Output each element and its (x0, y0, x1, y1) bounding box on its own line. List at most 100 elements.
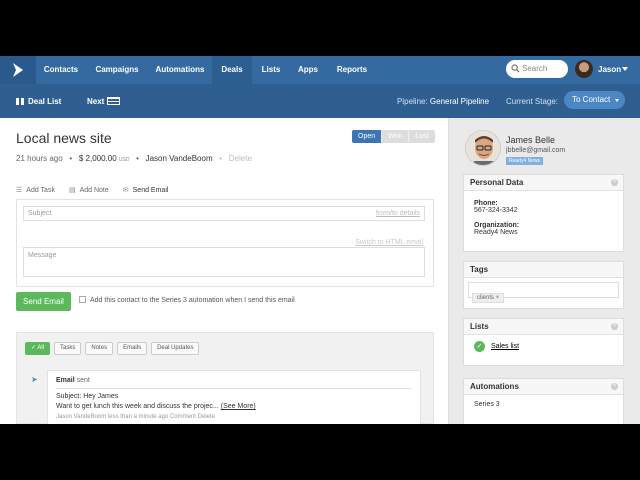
nav-automations[interactable]: Automations (148, 56, 212, 84)
filter-all[interactable]: ✓ All (25, 342, 51, 355)
add-note-button[interactable]: ▤ Add Note (69, 186, 109, 194)
filter-all-label: All (37, 345, 45, 351)
feed-item-type: Email (56, 377, 75, 384)
user-avatar[interactable] (575, 60, 593, 78)
user-menu[interactable]: Jason (598, 56, 621, 84)
search-input[interactable]: Search (506, 60, 568, 78)
lists-title: Lists (464, 319, 623, 335)
filter-notes[interactable]: Notes (85, 342, 114, 355)
deal-currency: USD (118, 157, 130, 163)
contact-avatar[interactable] (465, 130, 501, 166)
filter-deal-updates[interactable]: Deal Updates (151, 342, 200, 355)
stage-value: To Contact (572, 95, 611, 104)
phone-value[interactable]: 567-324-3342 (474, 207, 613, 214)
deal-subbar: Deal List Next Pipeline: General Pipelin… (0, 84, 640, 118)
add-note-label: Add Note (79, 187, 109, 194)
next-link[interactable]: Next (87, 97, 104, 106)
stage-label: Current Stage: (506, 97, 559, 106)
from-to-details-link[interactable]: from/to details (376, 207, 420, 220)
tags-title: Tags (464, 262, 623, 278)
deal-owner[interactable]: Jason VandeBoom (146, 154, 213, 163)
pipeline-info: Pipeline: General Pipeline (397, 97, 489, 106)
automation-item[interactable]: Series 3 (464, 395, 623, 414)
deal-meta: 21 hours ago • $ 2,000.00 USD • Jason Va… (16, 154, 252, 163)
switch-html-link[interactable]: Switch to HTML email (355, 239, 423, 246)
add-task-label: Add Task (26, 187, 55, 194)
feed-item-footer: Jason VandeBoom less than a minute ago C… (56, 414, 215, 420)
pipeline-label: Pipeline: (397, 97, 428, 106)
nav-contacts[interactable]: Contacts (36, 56, 86, 84)
stage-dropdown[interactable]: To Contact (564, 91, 625, 109)
close-icon[interactable]: × (611, 383, 618, 390)
filter-emails[interactable]: Emails (117, 342, 148, 355)
organization-value[interactable]: Ready4 News (474, 229, 613, 236)
status-won-button[interactable]: Won (381, 130, 409, 143)
phone-label: Phone: (474, 200, 498, 207)
close-icon[interactable]: × (611, 323, 618, 330)
search-icon (511, 64, 520, 73)
search-placeholder: Search (522, 64, 548, 73)
chevron-down-icon (615, 99, 619, 102)
close-icon[interactable]: × (611, 179, 618, 186)
deal-list-label: Deal List (28, 97, 62, 106)
tags-input[interactable]: clients × (468, 282, 619, 303)
feed-item-body-text: Want to get lunch this week and discuss … (56, 403, 219, 410)
personal-data-panel: Personal Data × Phone: 567-324-3342 Orga… (463, 174, 624, 252)
send-email-button[interactable]: Send Email (16, 292, 71, 311)
deal-main: Local news site Open Won Lost 21 hours a… (0, 118, 448, 424)
top-nav: Contacts Campaigns Automations Deals Lis… (0, 56, 640, 84)
see-more-link[interactable]: (See More) (221, 403, 256, 410)
automation-checkbox[interactable] (79, 296, 86, 303)
list-item: ✓ Sales list (464, 335, 623, 358)
deal-amount[interactable]: $ 2,000.00 (79, 154, 117, 163)
tag-chip[interactable]: clients × (472, 293, 505, 303)
nav-campaigns[interactable]: Campaigns (86, 56, 148, 84)
feed-item-subject: Subject: Hey James (56, 393, 119, 400)
deal-actions: ☰ Add Task ▤ Add Note ✉ Send Email (16, 186, 168, 194)
note-icon: ▤ (68, 187, 76, 194)
nav-deals[interactable]: Deals (212, 56, 252, 84)
automation-label: Add this contact to the Series 3 automat… (90, 297, 295, 304)
logo[interactable] (0, 56, 36, 84)
delete-deal-link[interactable]: Delete (229, 154, 252, 163)
nav-lists[interactable]: Lists (252, 56, 290, 84)
contact-name[interactable]: James Belle (506, 135, 555, 145)
lists-panel: Lists × ✓ Sales list (463, 318, 624, 366)
send-email-label: Send Email (132, 187, 169, 194)
feed-filters: ✓ All Tasks Notes Emails Deal Updates (25, 342, 200, 355)
message-placeholder: Message (28, 252, 57, 259)
status-open-button[interactable]: Open (352, 130, 382, 143)
subject-input[interactable]: Subject from/to details (23, 206, 425, 221)
status-lost-button[interactable]: Lost (408, 130, 435, 143)
automations-panel: Automations × Series 3 (463, 378, 624, 424)
deal-list-link[interactable]: Deal List (16, 97, 61, 106)
remove-tag-icon[interactable]: × (496, 295, 500, 301)
email-composer: Subject from/to details Switch to HTML e… (16, 199, 434, 287)
grid-icon[interactable] (107, 97, 120, 105)
personal-data-title: Personal Data (464, 175, 623, 191)
feed-item-suffix: sent (76, 377, 90, 384)
automation-option: Add this contact to the Series 3 automat… (79, 296, 295, 304)
mail-icon: ✉ (122, 187, 129, 194)
list-item-link[interactable]: Sales list (491, 343, 519, 350)
contact-email[interactable]: jbbelle@gmail.com (506, 147, 565, 154)
automations-title: Automations (464, 379, 623, 395)
chevron-down-icon[interactable] (622, 67, 628, 71)
feed-item-body: Want to get lunch this week and discuss … (56, 403, 412, 410)
organization-label: Organization: (474, 222, 520, 229)
nav-apps[interactable]: Apps (290, 56, 326, 84)
tag-chip-label: clients (477, 295, 495, 301)
check-icon: ✓ (474, 341, 485, 352)
filter-tasks[interactable]: Tasks (54, 342, 82, 355)
message-textarea[interactable]: Message (23, 247, 425, 277)
contact-tag-badge: Ready4 News (506, 157, 544, 165)
task-icon: ☰ (16, 187, 23, 194)
board-icon (16, 98, 24, 105)
send-email-tab[interactable]: ✉ Send Email (123, 186, 169, 194)
nav-reports[interactable]: Reports (326, 56, 378, 84)
person-photo-icon (466, 131, 500, 165)
pipeline-value: General Pipeline (429, 97, 490, 106)
deal-status-toggle: Open Won Lost (352, 130, 435, 143)
deal-title[interactable]: Local news site (16, 130, 112, 146)
add-task-button[interactable]: ☰ Add Task (16, 186, 55, 194)
